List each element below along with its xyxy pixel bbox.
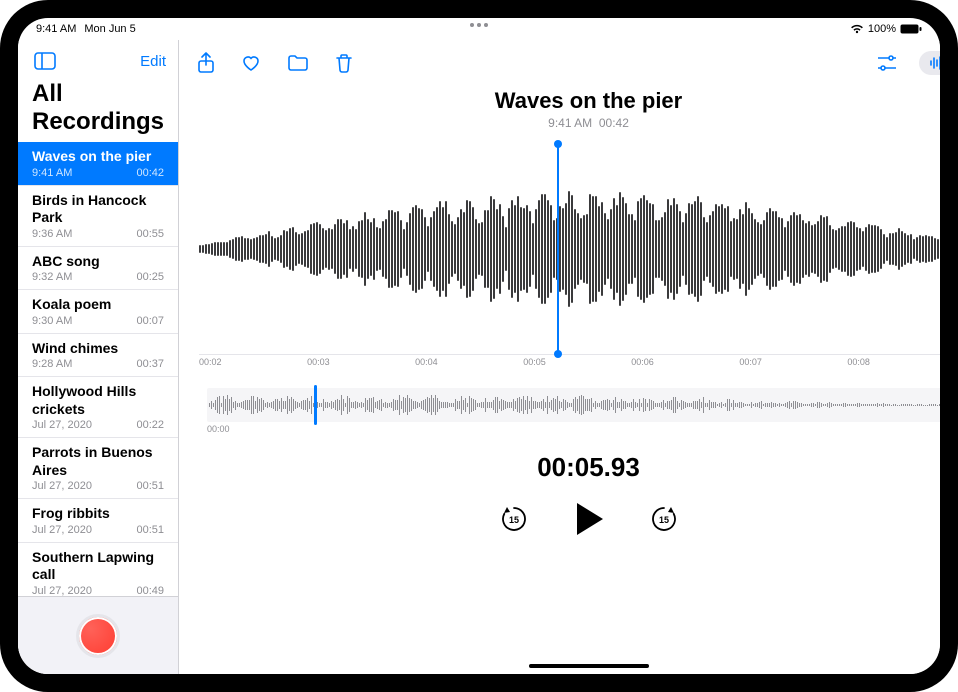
ruler-tick: 00:03: [307, 357, 330, 370]
recording-item-name: ABC song: [32, 253, 164, 271]
multitask-dots[interactable]: [470, 23, 488, 27]
waveform-main[interactable]: [199, 144, 940, 354]
favorite-button[interactable]: [237, 50, 265, 76]
recording-item-dur: 00:42: [136, 167, 164, 179]
recording-item-time: Jul 27, 2020: [32, 480, 92, 492]
recording-item-dur: 00:51: [136, 524, 164, 536]
recording-item-time: 9:36 AM: [32, 228, 72, 240]
recordings-list[interactable]: Waves on the pier9:41 AM 00:42 Birds in Ha…: [18, 142, 178, 596]
delete-button[interactable]: [331, 49, 357, 77]
recording-item-dur: 00:51: [136, 480, 164, 492]
recording-item-dur: 00:55: [136, 228, 164, 240]
toggle-sidebar-button[interactable]: [30, 48, 60, 74]
recording-item-name: Waves on the pier: [32, 148, 164, 166]
recording-item[interactable]: Frog ribbitsJul 27, 2020 00:51: [18, 499, 178, 543]
recording-item-time: Jul 27, 2020: [32, 524, 92, 536]
recording-item[interactable]: ABC song9:32 AM 00:25: [18, 247, 178, 291]
recording-sub-time: 9:41 AM: [548, 116, 592, 130]
recording-item[interactable]: Waves on the pier9:41 AM 00:42: [18, 142, 178, 186]
recording-item[interactable]: Koala poem9:30 AM 00:07: [18, 290, 178, 334]
recording-item-dur: 00:22: [136, 419, 164, 431]
playhead[interactable]: [557, 144, 559, 354]
wifi-icon: [850, 24, 864, 34]
forward-15-button[interactable]: 15: [649, 504, 679, 534]
waveform-overview[interactable]: [207, 388, 940, 422]
recording-item-time: 9:30 AM: [32, 315, 72, 327]
transport-controls: 15 15: [179, 501, 940, 537]
recording-item[interactable]: Birds in Hancock Park9:36 AM 00:55: [18, 186, 178, 247]
sidebar-edit-button[interactable]: Edit: [140, 53, 166, 70]
overview-playhead[interactable]: [314, 385, 317, 425]
recording-item-time: 9:32 AM: [32, 271, 72, 283]
status-date: Mon Jun 5: [84, 23, 135, 35]
overview-start-label: 00:00: [207, 424, 230, 434]
recording-item[interactable]: Parrots in Buenos AiresJul 27, 2020 00:51: [18, 438, 178, 499]
rewind-15-button[interactable]: 15: [499, 504, 529, 534]
battery-icon: [900, 24, 922, 34]
recording-item[interactable]: Wind chimes9:28 AM 00:37: [18, 334, 178, 378]
recording-item-time: 9:28 AM: [32, 358, 72, 370]
ruler-tick: 00:05: [523, 357, 546, 370]
record-button[interactable]: [76, 614, 120, 658]
playback-timer: 00:05.93: [179, 452, 940, 483]
recording-subtitle: 9:41 AM 00:42: [179, 116, 940, 130]
record-bar: [18, 596, 178, 674]
status-time: 9:41 AM: [36, 23, 76, 35]
detail-pane: Edit Waves on the pier 9:41 AM 00:42 00:…: [179, 40, 940, 674]
ruler-tick: 00:02: [199, 357, 222, 370]
folder-button[interactable]: [283, 50, 313, 76]
recording-item-name: Wind chimes: [32, 340, 164, 358]
recording-sub-dur: 00:42: [599, 116, 629, 130]
ruler-tick: 00:06: [631, 357, 654, 370]
sidebar: Edit All Recordings Waves on the pier9:4…: [18, 40, 179, 674]
recording-item[interactable]: Southern Lapwing callJul 27, 2020 00:49: [18, 543, 178, 597]
recording-item-dur: 00:37: [136, 358, 164, 370]
recording-item-name: Southern Lapwing call: [32, 549, 164, 584]
recording-item-name: Birds in Hancock Park: [32, 192, 164, 227]
home-indicator[interactable]: [529, 664, 649, 668]
recording-item-dur: 00:25: [136, 271, 164, 283]
status-bar: 9:41 AM Mon Jun 5 100%: [18, 18, 940, 40]
recording-item-name: Koala poem: [32, 296, 164, 314]
recording-item-name: Hollywood Hills crickets: [32, 383, 164, 418]
ruler-tick: 00:08: [847, 357, 870, 370]
ruler-tick: 00:04: [415, 357, 438, 370]
recording-item-dur: 00:07: [136, 315, 164, 327]
svg-text:15: 15: [659, 515, 669, 525]
recording-item-time: Jul 27, 2020: [32, 419, 92, 431]
settings-sliders-button[interactable]: [873, 51, 901, 75]
sidebar-title: All Recordings: [18, 78, 178, 142]
recording-item-time: 9:41 AM: [32, 167, 72, 179]
svg-text:15: 15: [509, 515, 519, 525]
waveform-ruler: 00:0200:0300:0400:0500:0600:0700:0800:09: [199, 354, 940, 370]
battery-pct: 100%: [868, 23, 896, 35]
play-button[interactable]: [573, 501, 605, 537]
waveform-icon: [929, 56, 940, 70]
edit-recording-button[interactable]: Edit: [919, 51, 940, 75]
recording-item[interactable]: Hollywood Hills cricketsJul 27, 2020 00:2…: [18, 377, 178, 438]
recording-title[interactable]: Waves on the pier: [179, 88, 940, 114]
recording-item-name: Frog ribbits: [32, 505, 164, 523]
share-button[interactable]: [193, 48, 219, 78]
recording-item-name: Parrots in Buenos Aires: [32, 444, 164, 479]
ruler-tick: 00:07: [739, 357, 762, 370]
recording-item-dur: 00:49: [136, 585, 164, 597]
recording-item-time: Jul 27, 2020: [32, 585, 92, 597]
